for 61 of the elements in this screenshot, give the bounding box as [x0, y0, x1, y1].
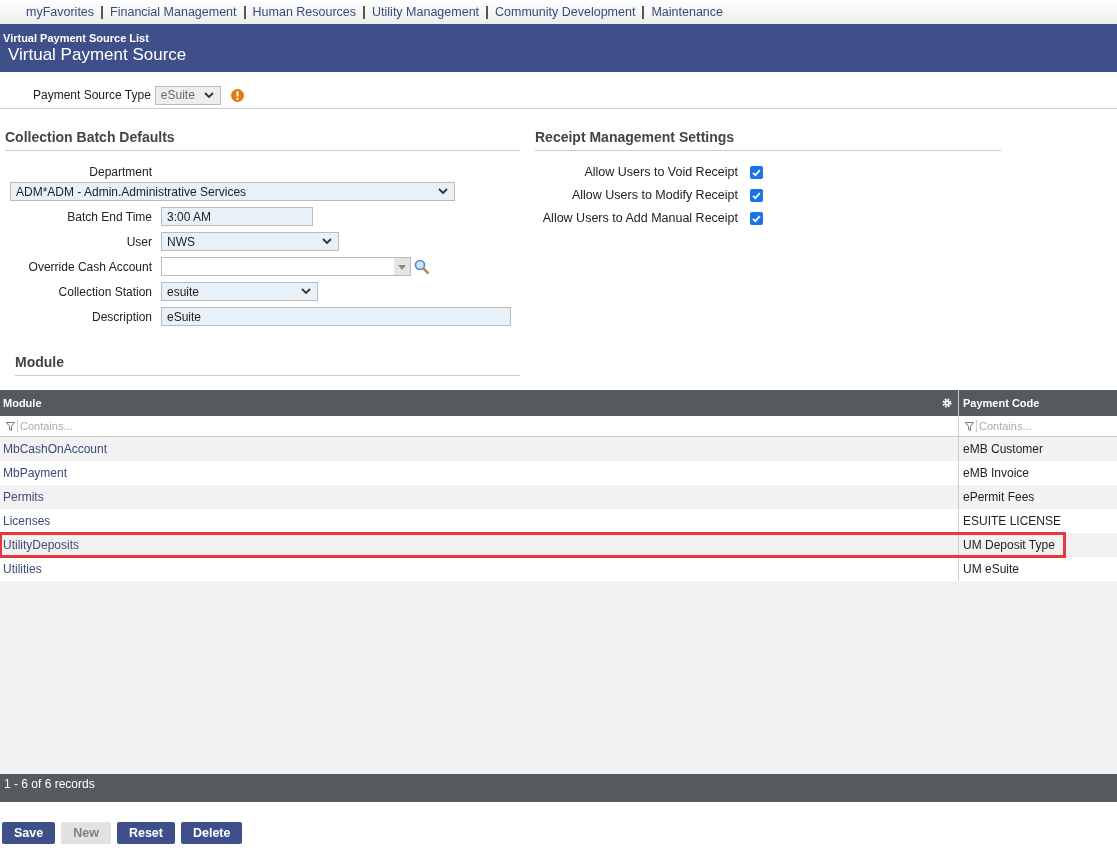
combo-field[interactable] [161, 257, 411, 276]
breadcrumb-link[interactable]: Virtual Payment Source List [3, 32, 1117, 44]
dropdown[interactable]: esuite [161, 282, 318, 301]
table-row[interactable]: MbPayment eMB Invoice [0, 461, 1117, 485]
section-heading: Receipt Management Settings [535, 129, 1001, 151]
table-cell: UM eSuite [963, 562, 1020, 576]
filter-icon [6, 421, 15, 431]
nav-link[interactable]: Utility Management [372, 5, 480, 19]
filter-icon [965, 421, 974, 431]
dropdown[interactable]: NWS [161, 232, 339, 251]
checkbox[interactable] [750, 165, 763, 179]
module-link[interactable]: MbPayment [3, 466, 68, 480]
nav-link[interactable]: Financial Management [110, 5, 237, 19]
module-link[interactable]: Utilities [3, 562, 42, 576]
page-title: Virtual Payment Source [8, 45, 188, 65]
section-heading: Collection Batch Defaults [5, 129, 520, 151]
chevron-down-icon [301, 288, 311, 295]
nav-link[interactable]: myFavorites [26, 5, 95, 19]
chevron-down-icon [203, 91, 214, 99]
table-cell: UM Deposit Type [963, 538, 1055, 552]
nav-link[interactable]: Human Resources [252, 5, 357, 19]
checkbox[interactable] [750, 188, 763, 202]
field-label: Payment Source Type [33, 88, 151, 102]
option-label: Allow Users to Modify Receipt [570, 188, 738, 202]
field-label: Department [88, 165, 152, 179]
chevron-down-icon [322, 238, 332, 245]
action-button[interactable]: Save [2, 822, 56, 844]
highlighted-row[interactable]: UtilityDeposits UM Deposit Type [0, 533, 1065, 557]
table-cell: eMB Customer [963, 442, 1044, 456]
checkbox[interactable] [750, 211, 763, 225]
module-link[interactable]: Permits [3, 490, 44, 504]
grid-footer: 1 - 6 of 6 records [0, 774, 1117, 802]
action-button[interactable]: Delete [180, 822, 243, 844]
action-button[interactable]: Reset [116, 822, 175, 844]
nav-link[interactable]: Maintenance [651, 5, 723, 19]
column-header[interactable]: Payment Code [963, 397, 1040, 409]
field-label: Override Cash Account [27, 259, 152, 274]
option-label: Allow Users to Void Receipt [583, 165, 738, 179]
module-link[interactable]: MbCashOnAccount [3, 442, 108, 456]
nav-link[interactable]: Community Development [495, 5, 636, 19]
field-label: Collection Station [57, 284, 152, 299]
field-label: User [125, 234, 152, 249]
table-cell: eMB Invoice [963, 466, 1030, 480]
chevron-down-icon [438, 188, 448, 195]
input-field[interactable]: eSuite [161, 307, 511, 326]
table-row[interactable]: Licenses ESUITE LICENSE [0, 509, 1117, 533]
table-cell: ePermit Fees [963, 490, 1035, 504]
warning-icon [230, 88, 244, 102]
column-header[interactable]: Module [3, 397, 42, 409]
table-cell: ESUITE LICENSE [963, 514, 1062, 528]
settings-icon[interactable] [942, 398, 952, 408]
input-field[interactable]: 3:00 AM [161, 207, 313, 226]
field-label: Description [90, 309, 152, 324]
table-row[interactable]: Utilities UM eSuite [0, 557, 1117, 581]
section-heading: Module [15, 354, 520, 376]
field-label: Batch End Time [66, 209, 152, 224]
department-select[interactable]: ADM*ADM - Admin.Administrative Services [10, 182, 455, 201]
search-icon[interactable] [414, 258, 430, 275]
option-label: Allow Users to Add Manual Receipt [541, 211, 738, 225]
module-link[interactable]: UtilityDeposits [3, 538, 80, 552]
module-link[interactable]: Licenses [3, 514, 51, 528]
